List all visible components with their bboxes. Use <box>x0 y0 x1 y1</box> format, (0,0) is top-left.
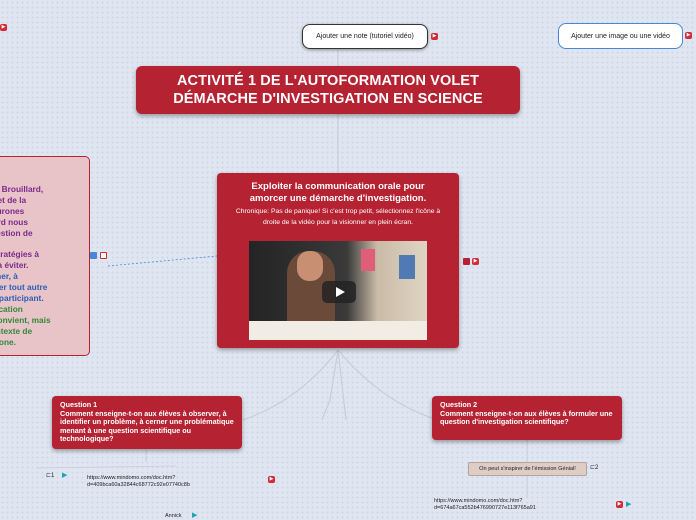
side-note-line: question de <box>0 227 33 238</box>
link-icon[interactable] <box>90 252 97 259</box>
youtube-icon[interactable]: ▶ <box>685 32 692 39</box>
video-embed[interactable] <box>249 241 427 340</box>
add-note-topic[interactable]: Ajouter une note (tutoriel vidéo) <box>302 24 428 49</box>
youtube-icon[interactable]: ▶ <box>472 258 479 265</box>
relationship-icon[interactable] <box>100 252 107 259</box>
notes-icon[interactable] <box>463 258 470 265</box>
side-note-line: Neurones <box>0 205 25 216</box>
youtube-icon[interactable]: ▶ <box>268 476 275 483</box>
youtube-icon[interactable]: ▶ <box>0 24 7 31</box>
play-icon[interactable]: ▶ <box>626 500 631 508</box>
side-note-line: outer tout autre <box>0 282 48 293</box>
url-text[interactable]: https://www.mindomo.com/doc.htm?d=674a67… <box>434 498 564 511</box>
side-note-line: unication <box>0 303 23 314</box>
central-topic-node[interactable]: Exploiter la communication orale pour am… <box>217 173 459 348</box>
question-1-text: Comment enseigne-t-on aux élèves à obser… <box>60 408 234 444</box>
question-2-node[interactable]: Question 2 Comment enseigne-t-on aux élè… <box>432 396 622 440</box>
play-icon[interactable]: ▶ <box>62 471 67 479</box>
title-line-2: DÉMARCHE D'INVESTIGATION EN SCIENCE <box>173 91 483 107</box>
central-title-node[interactable]: ACTIVITÉ 1 DE L'AUTOFORMATION VOLET DÉMA… <box>136 66 520 114</box>
question-2-text: Comment enseigne-t-on aux élèves à formu… <box>440 408 613 427</box>
side-note-line: contexte de <box>0 325 33 336</box>
question-1-node[interactable]: Question 1 Comment enseigne-t-on aux élè… <box>52 396 242 449</box>
side-note-line: tre participant. <box>0 293 44 303</box>
add-note-label: Ajouter une note (tutoriel vidéo) <box>316 33 414 40</box>
side-note-line: s convient, mais <box>0 314 51 325</box>
note-count-badge[interactable]: ⊏2 <box>590 464 598 471</box>
subtopic-node[interactable]: On peut s'inspirer de l'émission Génial! <box>468 462 587 476</box>
add-image-label: Ajouter une image ou une vidéo <box>571 32 670 40</box>
side-note-node[interactable]: rtin Brouillard,es et de laNeuronesillar… <box>0 156 90 356</box>
title-line-1: ACTIVITÉ 1 DE L'AUTOFORMATION VOLET <box>176 73 480 89</box>
side-note-line: rtin Brouillard, <box>0 184 44 194</box>
play-icon[interactable]: ▶ <box>192 511 197 519</box>
add-image-topic[interactable]: Ajouter une image ou une vidéo <box>558 23 683 49</box>
side-note-line: chrone. <box>0 336 16 347</box>
side-note-line: illard nous <box>0 216 28 227</box>
author-name: Annick <box>165 513 182 519</box>
url-text[interactable]: https://www.mindomo.com/doc.htm?d=409bca… <box>87 475 217 488</box>
side-note-line: s stratégies à <box>0 249 40 260</box>
side-note-line: onner, à <box>0 271 18 282</box>
note-count-badge[interactable]: ⊏1 <box>46 472 54 479</box>
youtube-icon[interactable]: ▶ <box>616 501 623 508</box>
subtopic-label: On peut s'inspirer de l'émission Génial! <box>479 466 576 472</box>
youtube-icon[interactable]: ▶ <box>431 33 438 40</box>
central-title-line-1: Exploiter la communication orale pour <box>251 181 425 192</box>
central-chronique: Chronique: Pas de panique! Si c'est trop… <box>235 208 441 226</box>
play-icon[interactable] <box>322 281 356 303</box>
side-note-line: es et de la <box>0 194 27 205</box>
side-note-line: es à éviter. <box>0 260 29 271</box>
central-title-line-2: amorcer une démarche d'investigation. <box>249 193 427 204</box>
